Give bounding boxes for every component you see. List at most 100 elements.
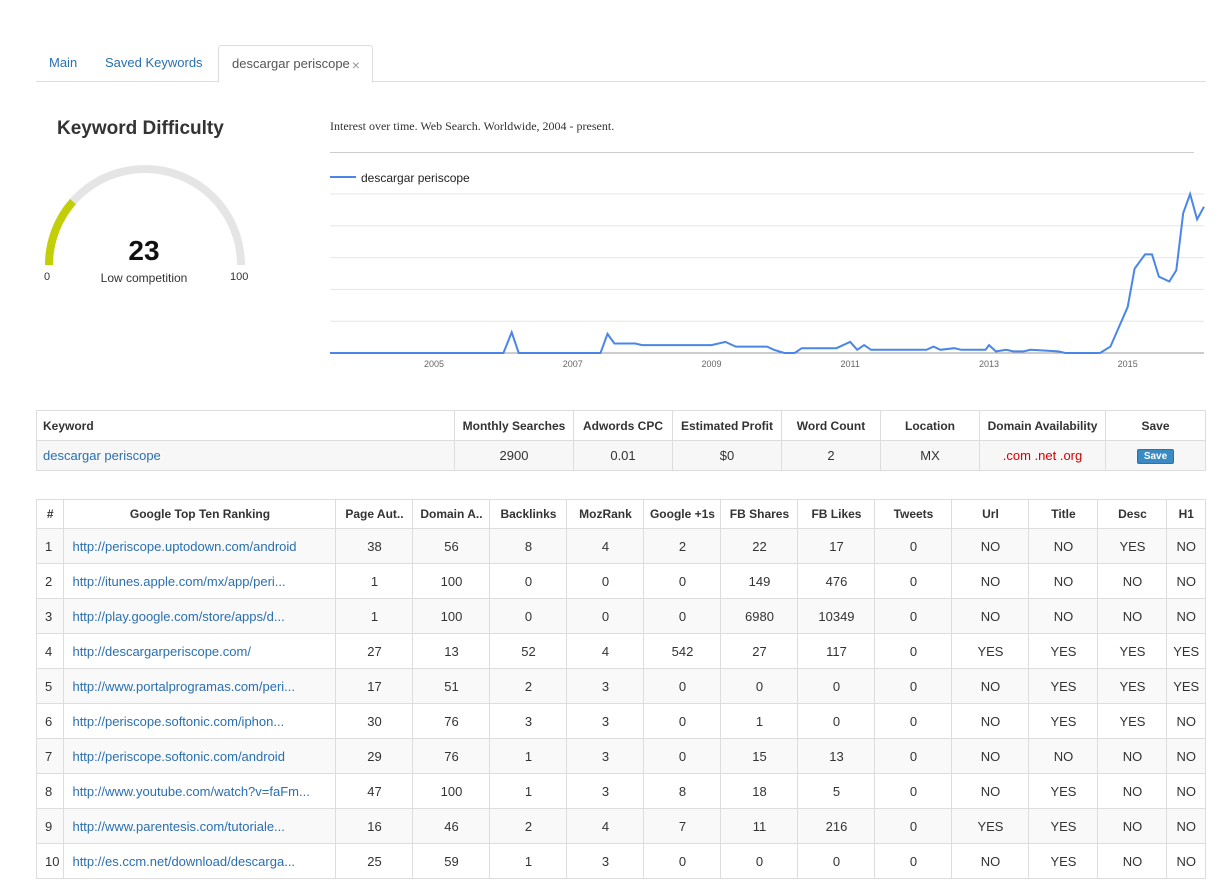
metric-cell: 149 <box>720 563 799 599</box>
close-icon[interactable]: × <box>352 57 360 73</box>
metric-cell: 3 <box>489 703 568 739</box>
ranking-col-7: FB Shares <box>720 499 799 529</box>
tab-descargar-periscope[interactable]: descargar periscope × <box>218 45 373 83</box>
trend-caption: Interest over time. Web Search. Worldwid… <box>330 119 615 133</box>
result-url-cell: http://descargarperiscope.com/ <box>63 633 337 669</box>
year-tick-label: 2015 <box>1118 359 1138 369</box>
metric-cell: NO <box>951 773 1030 809</box>
metric-cell: 1 <box>489 773 568 809</box>
metric-cell: 0 <box>489 598 568 634</box>
metric-cell: 30 <box>335 703 414 739</box>
result-url-link[interactable]: http://periscope.softonic.com/android <box>72 749 284 764</box>
metric-cell: 0 <box>874 668 953 704</box>
profit-value: $0 <box>672 440 782 471</box>
result-url-link[interactable]: http://itunes.apple.com/mx/app/peri... <box>72 574 285 589</box>
cpc-value: 0.01 <box>573 440 673 471</box>
difficulty-score: 23 <box>128 235 160 266</box>
save-button[interactable]: Save <box>1136 449 1175 464</box>
result-url-link[interactable]: http://periscope.uptodown.com/android <box>72 539 296 554</box>
result-url-link[interactable]: http://descargarperiscope.com/ <box>72 644 250 659</box>
metric-cell: YES <box>1028 668 1099 704</box>
table-row: 7 http://periscope.softonic.com/android 29… <box>35 738 1206 774</box>
metric-cell: 2 <box>643 528 722 564</box>
keyword-table-header: Keyword Monthly Searches Adwords CPC Est… <box>36 410 1206 441</box>
word-count-value: 2 <box>781 440 881 471</box>
metric-cell: NO <box>1097 773 1168 809</box>
metric-cell: YES <box>1097 528 1168 564</box>
ranking-col-1: Google Top Ten Ranking <box>63 499 337 529</box>
metric-cell: YES <box>951 808 1030 844</box>
trend-divider <box>330 152 1194 153</box>
metric-cell: 38 <box>335 528 414 564</box>
table-row: 10 http://es.ccm.net/download/descarga...… <box>35 843 1206 879</box>
metric-cell: 1 <box>489 843 568 879</box>
keyword-link[interactable]: descargar periscope <box>43 448 161 463</box>
metric-cell: 6980 <box>720 598 799 634</box>
result-url-link[interactable]: http://play.google.com/store/apps/d... <box>72 609 284 624</box>
ranking-col-10: Url <box>951 499 1030 529</box>
ranking-col-9: Tweets <box>874 499 953 529</box>
metric-cell: 29 <box>335 738 414 774</box>
metric-cell: 0 <box>797 668 876 704</box>
metric-cell: 100 <box>412 773 491 809</box>
result-url-link[interactable]: http://www.youtube.com/watch?v=faFm... <box>72 784 309 799</box>
ranking-col-4: Backlinks <box>489 499 568 529</box>
metric-cell: NO <box>951 738 1030 774</box>
metric-cell: 3 <box>566 738 645 774</box>
result-url-cell: http://play.google.com/store/apps/d... <box>63 598 337 634</box>
metric-cell: 0 <box>874 528 953 564</box>
gauge-fill <box>45 198 77 266</box>
keyword-difficulty-title: Keyword Difficulty <box>57 118 224 139</box>
metric-cell: NO <box>951 563 1030 599</box>
metric-cell: YES <box>1097 633 1168 669</box>
metric-cell: 117 <box>797 633 876 669</box>
metric-cell: 0 <box>874 598 953 634</box>
tab-bar: Main Saved Keywords descargar periscope × <box>36 45 1206 83</box>
result-url-link[interactable]: http://periscope.softonic.com/iphon... <box>72 714 284 729</box>
metric-cell: NO <box>1166 528 1206 564</box>
tab-saved-keywords[interactable]: Saved Keywords <box>92 45 216 80</box>
metric-cell: 27 <box>335 633 414 669</box>
metric-cell: NO <box>1166 598 1206 634</box>
year-tick-label: 2005 <box>424 359 444 369</box>
metric-cell: NO <box>1166 703 1206 739</box>
col-domain-availability: Domain Availability <box>979 410 1106 441</box>
rank-number: 10 <box>35 843 65 879</box>
ranking-col-5: MozRank <box>566 499 645 529</box>
rank-number: 9 <box>35 808 65 844</box>
ranking-col-12: Desc <box>1097 499 1168 529</box>
table-row: 6 http://periscope.softonic.com/iphon... 3… <box>35 703 1206 739</box>
ranking-col-2: Page Aut.. <box>335 499 414 529</box>
ranking-col-11: Title <box>1028 499 1099 529</box>
metric-cell: NO <box>1097 808 1168 844</box>
ranking-table: # Google Top Ten Ranking Page Aut.. Domain … <box>35 499 1206 879</box>
metric-cell: NO <box>1028 738 1099 774</box>
metric-cell: 27 <box>720 633 799 669</box>
metric-cell: 0 <box>489 563 568 599</box>
tab-label: descargar periscope <box>232 56 350 71</box>
tab-main[interactable]: Main <box>36 45 90 80</box>
year-tick-label: 2013 <box>979 359 999 369</box>
result-url-link[interactable]: http://es.ccm.net/download/descarga... <box>72 854 295 869</box>
metric-cell: 0 <box>566 563 645 599</box>
table-row: 3 http://play.google.com/store/apps/d... 1… <box>35 598 1206 634</box>
metric-cell: 0 <box>797 843 876 879</box>
result-url-link[interactable]: http://www.parentesis.com/tutoriale... <box>72 819 284 834</box>
metric-cell: 0 <box>874 808 953 844</box>
col-estimated-profit: Estimated Profit <box>672 410 782 441</box>
metric-cell: YES <box>1028 843 1099 879</box>
metric-cell: 3 <box>566 703 645 739</box>
result-url-cell: http://periscope.uptodown.com/android <box>63 528 337 564</box>
result-url-link[interactable]: http://www.portalprogramas.com/peri... <box>72 679 295 694</box>
metric-cell: 10349 <box>797 598 876 634</box>
metric-cell: 1 <box>335 598 414 634</box>
domain-availability-value: .com .net .org <box>979 440 1106 471</box>
metric-cell: 2 <box>489 808 568 844</box>
col-monthly-searches: Monthly Searches <box>454 410 574 441</box>
result-url-cell: http://www.parentesis.com/tutoriale... <box>63 808 337 844</box>
year-tick-label: 2009 <box>701 359 721 369</box>
metric-cell: 0 <box>643 843 722 879</box>
rank-number: 6 <box>35 703 65 739</box>
metric-cell: NO <box>951 843 1030 879</box>
metric-cell: 0 <box>797 703 876 739</box>
